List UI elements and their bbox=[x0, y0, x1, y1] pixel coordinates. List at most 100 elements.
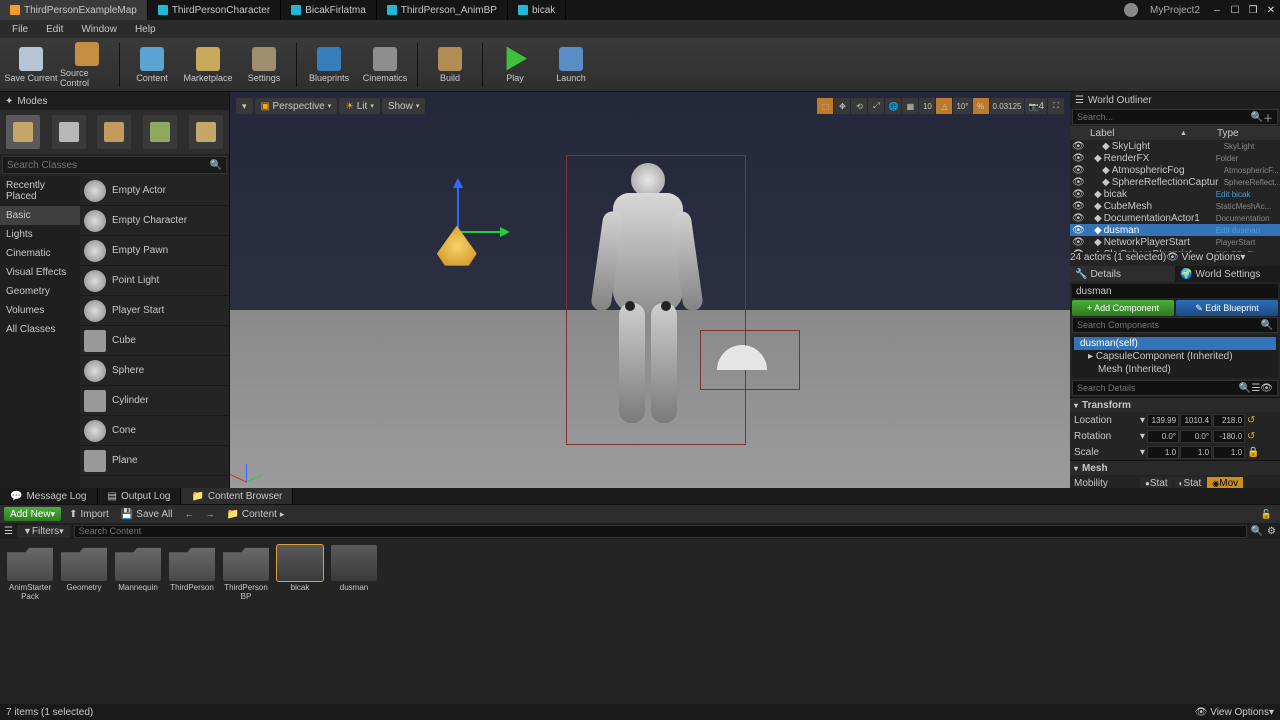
actor-cone[interactable]: Cone bbox=[80, 416, 229, 446]
save-current-button[interactable]: Save Current bbox=[4, 40, 58, 90]
tab-map[interactable]: ThirdPersonExampleMap bbox=[0, 0, 148, 20]
tab-anim[interactable]: ThirdPerson_AnimBP bbox=[377, 0, 508, 20]
menu-file[interactable]: File bbox=[4, 22, 36, 37]
window-maximize[interactable]: ☐ bbox=[1227, 2, 1243, 18]
actor-player-start[interactable]: Player Start bbox=[80, 296, 229, 326]
paint-mode[interactable] bbox=[52, 115, 86, 149]
view-options[interactable]: 👁 View Options▾ bbox=[1166, 252, 1245, 263]
vp-translate[interactable]: ✥ bbox=[834, 98, 850, 114]
component-search-input[interactable] bbox=[1077, 320, 1261, 330]
outliner-search-input[interactable] bbox=[1077, 112, 1251, 122]
cat-basic[interactable]: Basic bbox=[0, 206, 80, 225]
source-control-button[interactable]: Source Control bbox=[60, 40, 114, 90]
nav-back[interactable]: ← bbox=[180, 509, 197, 519]
play-button[interactable]: Play bbox=[488, 40, 542, 90]
visibility-icon[interactable]: 👁 bbox=[1072, 225, 1082, 236]
cat-cinematic[interactable]: Cinematic bbox=[0, 244, 80, 263]
classes-search-input[interactable] bbox=[7, 160, 210, 171]
viewport-scene[interactable] bbox=[230, 92, 1070, 488]
asset-folder[interactable]: ThirdPerson bbox=[168, 545, 216, 698]
scale-y[interactable]: 1.0 bbox=[1180, 446, 1212, 459]
sources-icon[interactable]: ☰ bbox=[4, 526, 13, 537]
landscape-mode[interactable] bbox=[97, 115, 131, 149]
visibility-icon[interactable]: 👁 bbox=[1072, 153, 1082, 164]
visibility-icon[interactable]: 👁 bbox=[1072, 237, 1082, 248]
vp-select-mode[interactable]: ⬚ bbox=[817, 98, 833, 114]
menu-window[interactable]: Window bbox=[73, 22, 125, 37]
visibility-icon[interactable]: 👁 bbox=[1072, 141, 1082, 152]
vp-surface[interactable]: ▦ bbox=[902, 98, 918, 114]
window-restore[interactable]: ❐ bbox=[1245, 2, 1261, 18]
asset-folder[interactable]: AnimStarterPack bbox=[6, 545, 54, 698]
build-button[interactable]: Build bbox=[423, 40, 477, 90]
cat-volumes[interactable]: Volumes bbox=[0, 301, 80, 320]
asset-folder[interactable]: ThirdPersonBP bbox=[222, 545, 270, 698]
actor-empty-pawn[interactable]: Empty Pawn bbox=[80, 236, 229, 266]
cb-lock[interactable]: 🔓 bbox=[1257, 509, 1276, 520]
cb-settings[interactable]: ⚙ bbox=[1267, 526, 1276, 537]
actor-sphere[interactable]: Sphere bbox=[80, 356, 229, 386]
asset-item[interactable]: bicak bbox=[276, 545, 324, 698]
outliner-row[interactable]: 👁◆SkyLightSkyLight bbox=[1070, 140, 1280, 152]
reset-icon[interactable]: ↺ bbox=[1247, 431, 1255, 442]
rot-z[interactable]: -180.0 bbox=[1213, 430, 1245, 443]
visibility-icon[interactable]: 👁 bbox=[1072, 165, 1082, 176]
scale-x[interactable]: 1.0 bbox=[1147, 446, 1179, 459]
vp-snap-scale[interactable]: % bbox=[973, 98, 989, 114]
visibility-icon[interactable]: 👁 bbox=[1072, 213, 1082, 224]
outliner-row[interactable]: 👁◆AtmosphericFogAtmosphericF... bbox=[1070, 164, 1280, 176]
vp-cam-speed[interactable]: 📷 4 bbox=[1025, 98, 1047, 114]
menu-edit[interactable]: Edit bbox=[38, 22, 71, 37]
asset-folder[interactable]: Mannequin bbox=[114, 545, 162, 698]
foliage-mode[interactable] bbox=[143, 115, 177, 149]
view-options[interactable]: 👁 View Options▾ bbox=[1195, 707, 1274, 718]
visibility-icon[interactable]: 👁 bbox=[1072, 201, 1082, 212]
tab-bp1[interactable]: ThirdPersonCharacter bbox=[148, 0, 281, 20]
vp-perspective[interactable]: ▣ Perspective▾ bbox=[255, 98, 338, 114]
loc-z[interactable]: 218.0 bbox=[1213, 414, 1245, 427]
selected-actor-name[interactable]: dusman bbox=[1072, 284, 1278, 298]
gizmo-x-axis[interactable] bbox=[457, 231, 507, 233]
actor-empty-actor[interactable]: Empty Actor bbox=[80, 176, 229, 206]
outliner-row[interactable]: 👁◆CubeMeshStaticMeshAc... bbox=[1070, 200, 1280, 212]
viewport[interactable]: ▾ ▣ Perspective▾ ☀ Lit▾ Show▾ ⬚ ✥ ⟲ ⤢ 🌐 … bbox=[230, 92, 1070, 488]
blueprints-button[interactable]: Blueprints bbox=[302, 40, 356, 90]
vp-grid-s[interactable]: 0.03125 bbox=[990, 98, 1025, 114]
outliner-row[interactable]: 👁◆NetworkPlayerStartPlayerStart bbox=[1070, 236, 1280, 248]
mob-static1[interactable]: ● Stat bbox=[1140, 477, 1173, 489]
details-search[interactable]: 🔍☰👁 bbox=[1072, 380, 1278, 396]
cat-lights[interactable]: Lights bbox=[0, 225, 80, 244]
vp-scale[interactable]: ⤢ bbox=[868, 98, 884, 114]
tab-bp2[interactable]: BicakFirlatma bbox=[281, 0, 377, 20]
content-button[interactable]: Content bbox=[125, 40, 179, 90]
tab-details[interactable]: 🔧Details bbox=[1070, 266, 1175, 282]
vp-maximize[interactable]: ⛶ bbox=[1048, 98, 1064, 114]
tab-content-browser[interactable]: 📁Content Browser bbox=[181, 488, 293, 504]
mob-station1[interactable]: ◐ Stat bbox=[1174, 477, 1207, 489]
window-close[interactable]: ✕ bbox=[1263, 2, 1279, 18]
marketplace-button[interactable]: Marketplace bbox=[181, 40, 235, 90]
details-search-input[interactable] bbox=[1077, 383, 1239, 393]
settings-button[interactable]: Settings bbox=[237, 40, 291, 90]
place-mode[interactable] bbox=[6, 115, 40, 149]
cat-recent[interactable]: Recently Placed bbox=[0, 176, 80, 206]
outliner-row[interactable]: 👁◆DocumentationActor1Documentation bbox=[1070, 212, 1280, 224]
cat-all[interactable]: All Classes bbox=[0, 320, 80, 339]
outliner-row[interactable]: 👁◆bicakEdit bicak bbox=[1070, 188, 1280, 200]
tab-message-log[interactable]: 💬Message Log bbox=[0, 488, 98, 504]
gizmo-z-axis[interactable] bbox=[457, 181, 459, 231]
save-all-button[interactable]: 💾Save All bbox=[117, 509, 177, 520]
content-search-input[interactable] bbox=[74, 525, 1247, 538]
loc-x[interactable]: 139.99 bbox=[1147, 414, 1179, 427]
vp-lit[interactable]: ☀ Lit▾ bbox=[339, 98, 380, 114]
import-button[interactable]: ⬆Import bbox=[65, 509, 113, 520]
outliner-row[interactable]: 👁◆SphereReflectionCapturSphereReflect... bbox=[1070, 176, 1280, 188]
vp-show[interactable]: Show▾ bbox=[382, 98, 426, 114]
loc-y[interactable]: 1010.4 bbox=[1180, 414, 1212, 427]
reset-icon[interactable]: ↺ bbox=[1247, 415, 1255, 426]
actor-cylinder[interactable]: Cylinder bbox=[80, 386, 229, 416]
geometry-mode[interactable] bbox=[189, 115, 223, 149]
outliner-row[interactable]: 👁◆RenderFXFolder bbox=[1070, 152, 1280, 164]
add-new-button[interactable]: Add New ▾ bbox=[4, 507, 61, 521]
comp-mesh[interactable]: Mesh (Inherited) bbox=[1074, 363, 1276, 376]
